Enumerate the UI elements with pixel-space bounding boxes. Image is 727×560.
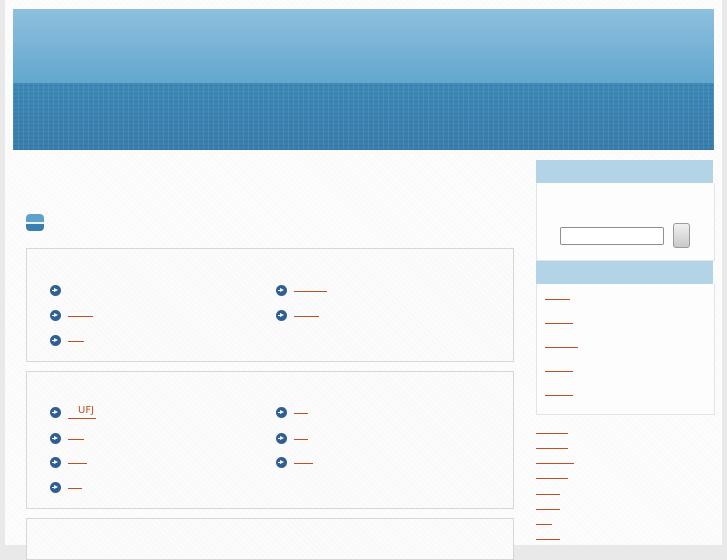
link[interactable] (294, 282, 327, 292)
link[interactable] (68, 332, 84, 342)
search-button[interactable] (673, 223, 690, 248)
sidebar-search-panel (536, 183, 715, 261)
sidebar-search-header (536, 160, 713, 183)
arrow-right-icon (50, 407, 61, 418)
search-input[interactable] (560, 227, 664, 245)
arrow-right-icon (50, 310, 61, 321)
sidebar-link[interactable] (536, 530, 560, 540)
sidebar-link[interactable] (545, 314, 573, 324)
arrow-right-icon (276, 433, 287, 444)
link[interactable] (294, 404, 308, 414)
arrow-right-icon (276, 285, 287, 296)
sidebar-links-panel (536, 284, 715, 415)
link[interactable] (294, 430, 308, 440)
sidebar-link[interactable] (536, 439, 568, 449)
link[interactable] (68, 454, 87, 464)
sidebar-link[interactable] (545, 338, 578, 348)
sidebar-link[interactable] (536, 485, 560, 495)
sidebar-link[interactable] (545, 290, 570, 300)
link[interactable] (294, 454, 313, 464)
sidebar-link[interactable] (545, 362, 573, 372)
link[interactable] (68, 479, 82, 489)
arrow-right-icon (50, 482, 61, 493)
sidebar-link[interactable] (536, 500, 560, 510)
arrow-right-icon (276, 310, 287, 321)
link[interactable] (68, 307, 93, 317)
section-badge-icon (26, 214, 44, 231)
link-box-2: UFJ (26, 371, 514, 509)
sidebar-links-header (536, 261, 713, 284)
arrow-right-icon (50, 285, 61, 296)
banner-sea (13, 83, 714, 150)
sidebar-link[interactable] (536, 454, 574, 464)
link[interactable]: UFJ (68, 404, 97, 419)
page: UFJ (5, 0, 722, 560)
arrow-right-icon (50, 335, 61, 346)
banner-sky (13, 9, 714, 83)
header-banner (13, 9, 714, 150)
link-box-3 (26, 518, 514, 560)
sidebar-link[interactable] (536, 515, 552, 525)
arrow-right-icon (50, 457, 61, 468)
sidebar-link[interactable] (545, 386, 573, 396)
arrow-right-icon (276, 407, 287, 418)
link[interactable] (68, 430, 84, 440)
link-box-1 (26, 248, 514, 362)
arrow-right-icon (50, 433, 61, 444)
arrow-right-icon (276, 457, 287, 468)
sidebar-link[interactable] (536, 469, 568, 479)
sidebar-link[interactable] (536, 424, 568, 434)
link[interactable] (294, 307, 319, 317)
